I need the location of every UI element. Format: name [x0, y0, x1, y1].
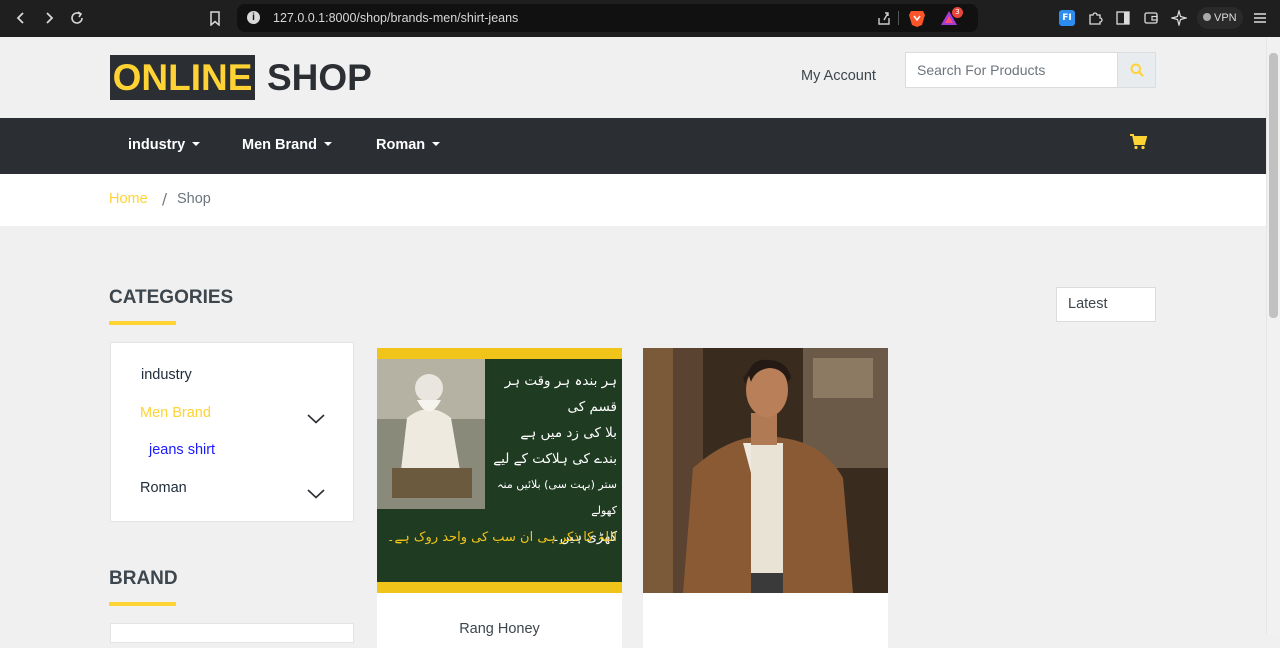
- category-men-brand[interactable]: Men Brand: [140, 405, 211, 421]
- search-icon: [1130, 63, 1144, 77]
- urdu-quote: ہر بندہ ہر وقت ہر قسم کی بلا کی زد میں ہ…: [485, 368, 617, 550]
- nav-item-men-brand[interactable]: Men Brand: [242, 137, 332, 153]
- back-icon[interactable]: [7, 4, 35, 32]
- quote-line: بلا کی زد میں ہے: [520, 425, 617, 441]
- title-underline: [109, 321, 176, 325]
- page-scrollbar[interactable]: [1266, 37, 1280, 634]
- product-image[interactable]: [643, 348, 888, 593]
- brave-shield-icon[interactable]: [908, 9, 926, 32]
- breadcrumb-home[interactable]: Home: [109, 191, 148, 207]
- chevron-down-icon[interactable]: [307, 409, 325, 428]
- site-info-icon[interactable]: i: [247, 11, 260, 24]
- breadcrumb-separator: /: [162, 190, 168, 208]
- sort-select[interactable]: Latest: [1056, 287, 1156, 322]
- nav-label: industry: [128, 137, 186, 153]
- search-button[interactable]: [1117, 53, 1155, 87]
- menu-icon[interactable]: [1251, 9, 1269, 27]
- vpn-label: VPN: [1214, 12, 1237, 24]
- caret-down-icon: [432, 142, 441, 146]
- reload-icon[interactable]: [63, 4, 91, 32]
- cart-icon[interactable]: [1129, 134, 1148, 154]
- sidebar-toggle-icon[interactable]: [1114, 9, 1132, 27]
- caret-down-icon: [192, 142, 201, 146]
- brand-panel: [110, 623, 354, 643]
- logo-online[interactable]: ONLINE: [110, 55, 255, 100]
- quote-line-highlight: اللہ کا ذکر ہی ان سب کی واحد روک ہے۔: [386, 530, 617, 545]
- extensions-puzzle-icon[interactable]: [1086, 9, 1104, 27]
- product-image[interactable]: ہر بندہ ہر وقت ہر قسم کی بلا کی زد میں ہ…: [377, 348, 622, 593]
- title-underline: [109, 602, 176, 606]
- rewards-badge: 3: [952, 7, 963, 18]
- browser-toolbar: i 127.0.0.1:8000/shop/brands-men/shirt-j…: [0, 0, 1280, 37]
- product-card[interactable]: [643, 348, 888, 648]
- bookmark-icon[interactable]: [201, 4, 229, 32]
- categories-panel: industry Men Brand jeans shirt Roman: [110, 342, 354, 522]
- subcategory-jeans-shirt[interactable]: jeans shirt: [149, 442, 215, 458]
- product-name[interactable]: Rang Honey: [377, 621, 622, 637]
- leo-ai-icon[interactable]: [1170, 9, 1188, 27]
- url-text: 127.0.0.1:8000/shop/brands-men/shirt-jea…: [273, 11, 519, 25]
- nav-item-roman[interactable]: Roman: [376, 137, 441, 153]
- forward-icon[interactable]: [35, 4, 63, 32]
- divider: [898, 11, 899, 25]
- caret-down-icon: [323, 142, 332, 146]
- vpn-status-icon: [1203, 13, 1211, 21]
- share-icon[interactable]: [876, 10, 892, 30]
- main-nav: industry Men Brand Roman: [0, 118, 1266, 174]
- categories-title: CATEGORIES: [109, 287, 234, 308]
- logo-shop[interactable]: SHOP: [267, 55, 372, 100]
- site-header: ONLINE SHOP My Account: [0, 37, 1266, 118]
- extension-fi-icon[interactable]: FI: [1058, 9, 1076, 27]
- quote-line: بندے کی ہلاکت کے لیے: [493, 451, 617, 467]
- search-box: [905, 52, 1156, 88]
- search-input[interactable]: [906, 53, 1118, 87]
- chevron-down-icon[interactable]: [307, 484, 325, 503]
- product-card[interactable]: ہر بندہ ہر وقت ہر قسم کی بلا کی زد میں ہ…: [377, 348, 622, 648]
- quote-line: ستر (بہت سی) بلائیں منہ کھولے: [497, 478, 617, 517]
- address-bar[interactable]: i 127.0.0.1:8000/shop/brands-men/shirt-j…: [237, 4, 978, 32]
- breadcrumb-current: Shop: [177, 191, 211, 207]
- category-industry[interactable]: industry: [141, 367, 192, 383]
- scrollbar-thumb[interactable]: [1269, 53, 1278, 318]
- nav-item-industry[interactable]: industry: [128, 137, 201, 153]
- nav-label: Men Brand: [242, 137, 317, 153]
- wallet-icon[interactable]: [1142, 9, 1160, 27]
- my-account-link[interactable]: My Account: [801, 68, 876, 84]
- vpn-button[interactable]: VPN: [1197, 7, 1243, 29]
- category-roman[interactable]: Roman: [140, 480, 187, 496]
- breadcrumb: Home / Shop: [0, 174, 1266, 226]
- quote-line: ہر بندہ ہر وقت ہر قسم کی: [504, 373, 617, 415]
- brand-title: BRAND: [109, 568, 178, 589]
- nav-label: Roman: [376, 137, 426, 153]
